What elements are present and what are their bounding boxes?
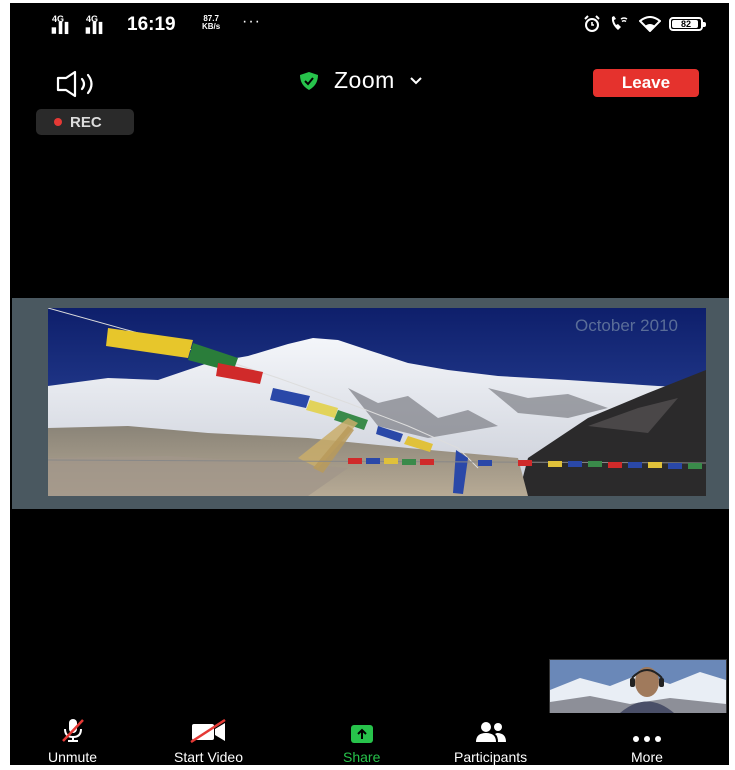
rec-label: REC (70, 113, 102, 131)
status-bar: 4G ▖▌▌ 4G ▖▌▌ 16:19 87.7 KB/s ··· 82 (10, 3, 729, 47)
battery-icon: 82 (669, 17, 706, 31)
participants-icon (475, 722, 506, 742)
start-video-button[interactable]: Start Video (174, 719, 243, 765)
self-video-image (550, 660, 726, 713)
share-arrow-icon (350, 725, 373, 743)
zoom-meeting-screen: 4G ▖▌▌ 4G ▖▌▌ 16:19 87.7 KB/s ··· 82 Zoo… (10, 3, 729, 765)
status-icons: 82 (583, 15, 706, 33)
signal-2: 4G ▖▌▌ (86, 14, 106, 34)
shared-slide: October 2010 (48, 308, 706, 496)
participants-label: Participants (454, 749, 528, 765)
speaker-icon (56, 70, 93, 98)
self-video-thumbnail[interactable] (549, 659, 727, 714)
wifi-calling-icon (611, 16, 628, 30)
shared-screen[interactable]: October 2010 (12, 298, 729, 509)
recording-badge[interactable]: REC (36, 109, 134, 135)
alarm-icon (584, 15, 600, 32)
status-time: 16:19 (127, 14, 176, 35)
more-label: More (631, 749, 663, 765)
leave-button[interactable]: Leave (593, 69, 699, 97)
unmute-button[interactable]: Unmute (48, 719, 97, 765)
participants-button[interactable]: Participants (454, 719, 527, 765)
start-video-label: Start Video (174, 749, 244, 765)
wifi-icon (639, 16, 661, 32)
meeting-title-button[interactable]: Zoom (298, 67, 423, 94)
network-speed: 87.7 KB/s (202, 14, 221, 31)
unmute-label: Unmute (48, 749, 98, 765)
mic-muted-icon (61, 719, 84, 742)
rec-dot-icon (54, 118, 62, 126)
more-button[interactable]: More (631, 719, 663, 765)
video-off-icon (189, 719, 226, 743)
battery-level: 82 (680, 19, 691, 29)
status-more-dots: ··· (242, 13, 261, 30)
meeting-title: Zoom (334, 67, 395, 93)
slide-caption: October 2010 (574, 316, 678, 335)
mountain-photo (48, 308, 706, 496)
meeting-toolbar: Unmute Start Video Share Participants Mo… (10, 713, 729, 765)
more-dots-icon (632, 736, 661, 742)
share-button[interactable]: Share (343, 719, 380, 765)
shield-icon (300, 71, 318, 90)
share-label: Share (343, 749, 381, 765)
speaker-button[interactable] (55, 69, 107, 99)
signal-1: 4G ▖▌▌ (52, 14, 72, 34)
chevron-down-icon (410, 76, 422, 84)
